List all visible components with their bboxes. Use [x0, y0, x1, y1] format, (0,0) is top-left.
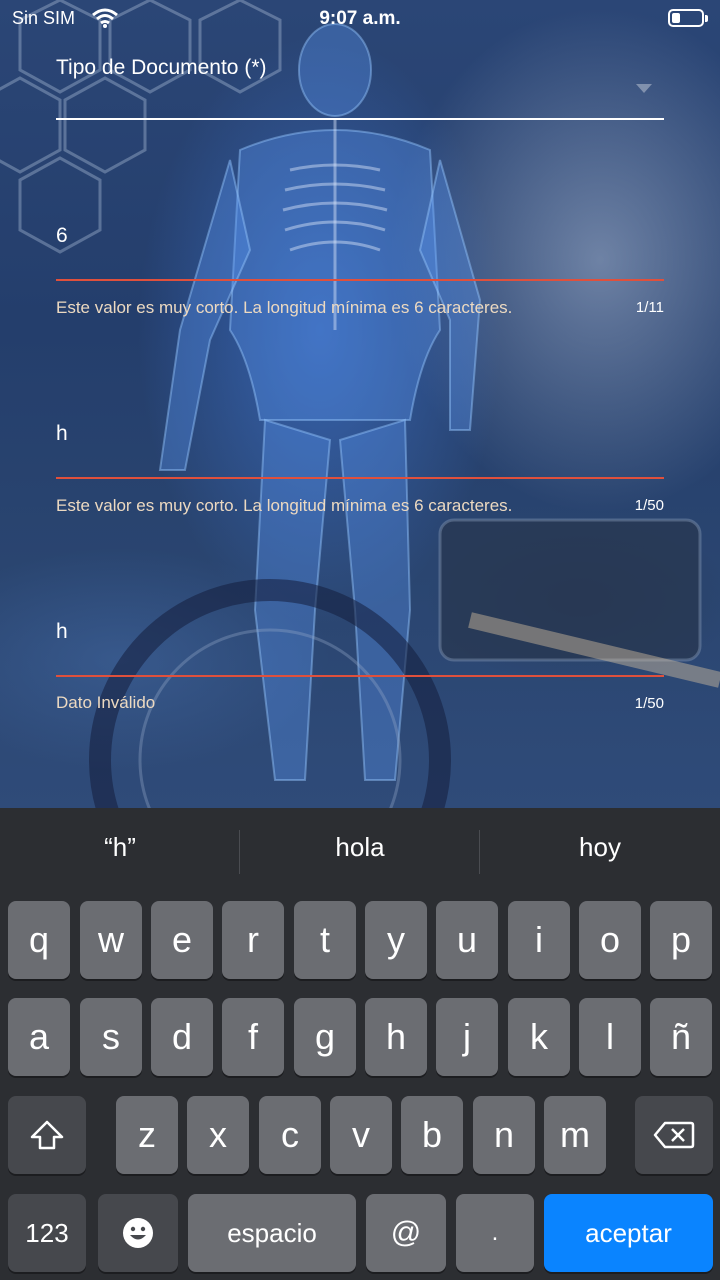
space-key[interactable]: espacio [188, 1194, 356, 1272]
battery-icon [668, 9, 708, 27]
key-y[interactable]: y [365, 901, 427, 979]
chevron-down-icon [636, 84, 652, 93]
key-r[interactable]: r [222, 901, 284, 979]
key-e[interactable]: e [151, 901, 213, 979]
key-l[interactable]: l [579, 998, 641, 1076]
keyboard: “h” hola hoy q w e r t y u i o p a s d f… [0, 808, 720, 1280]
key-o[interactable]: o [579, 901, 641, 979]
key-w[interactable]: w [80, 901, 142, 979]
key-i[interactable]: i [508, 901, 570, 979]
shift-key[interactable] [8, 1096, 86, 1174]
key-p[interactable]: p [650, 901, 712, 979]
key-h[interactable]: h [365, 998, 427, 1076]
key-t[interactable]: t [294, 901, 356, 979]
suggestion-item[interactable]: “h” [0, 832, 240, 863]
key-u[interactable]: u [436, 901, 498, 979]
field-error-message: Dato Inválido [56, 693, 156, 712]
field-second-input[interactable]: h Este valor es muy corto. La longitud m… [56, 422, 664, 522]
clock: 9:07 a.m. [319, 8, 401, 29]
select-underline [56, 118, 664, 120]
field-second-input-value[interactable]: h [56, 422, 68, 445]
accept-key[interactable]: aceptar [544, 1194, 713, 1272]
key-f[interactable]: f [222, 998, 284, 1076]
field-underline [56, 279, 664, 281]
key-m[interactable]: m [544, 1096, 606, 1174]
key-z[interactable]: z [116, 1096, 178, 1174]
field-underline [56, 477, 664, 479]
suggestion-bar: “h” hola hoy [0, 808, 720, 896]
field-document-number-value[interactable]: 6 [56, 224, 68, 247]
suggestion-item[interactable]: hoy [480, 832, 720, 863]
key-b[interactable]: b [401, 1096, 463, 1174]
key-d[interactable]: d [151, 998, 213, 1076]
key-s[interactable]: s [80, 998, 142, 1076]
numbers-key[interactable]: 123 [8, 1194, 86, 1272]
key-j[interactable]: j [436, 998, 498, 1076]
key-c[interactable]: c [259, 1096, 321, 1174]
field-error-message: Este valor es muy corto. La longitud mín… [56, 298, 513, 317]
field-error-message: Este valor es muy corto. La longitud mín… [56, 496, 513, 515]
key-x[interactable]: x [187, 1096, 249, 1174]
field-document-number[interactable]: 6 Este valor es muy corto. La longitud m… [56, 224, 664, 324]
key-n[interactable]: n [473, 1096, 535, 1174]
document-type-label: Tipo de Documento (*) [56, 56, 267, 79]
at-key[interactable]: @ [366, 1194, 446, 1272]
emoji-key[interactable] [98, 1194, 178, 1272]
field-third-input[interactable]: h Dato Inválido 1/50 [56, 620, 664, 720]
shift-icon [30, 1120, 64, 1150]
document-type-select[interactable]: Tipo de Documento (*) [56, 56, 664, 122]
dot-key[interactable]: . [456, 1194, 534, 1272]
key-v[interactable]: v [330, 1096, 392, 1174]
suggestion-item[interactable]: hola [240, 832, 480, 863]
field-underline [56, 675, 664, 677]
field-third-input-value[interactable]: h [56, 620, 68, 643]
emoji-icon [123, 1218, 153, 1248]
character-counter: 1/50 [634, 695, 664, 712]
character-counter: 1/50 [634, 497, 664, 514]
key-enye[interactable]: ñ [650, 998, 712, 1076]
status-bar: Sin SIM 9:07 a.m. [0, 0, 720, 40]
character-counter: 1/11 [635, 299, 664, 316]
backspace-key[interactable] [635, 1096, 713, 1174]
key-a[interactable]: a [8, 998, 70, 1076]
backspace-icon [653, 1121, 695, 1149]
key-g[interactable]: g [294, 998, 356, 1076]
key-k[interactable]: k [508, 998, 570, 1076]
key-q[interactable]: q [8, 901, 70, 979]
